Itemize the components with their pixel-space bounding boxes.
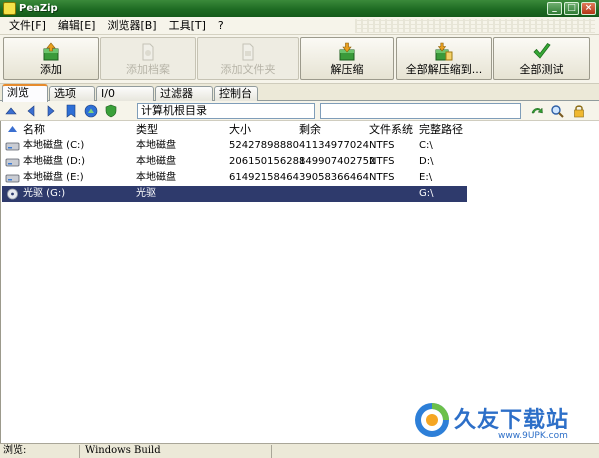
extract-icon [339,42,355,61]
status-build: Windows Build [82,445,272,458]
menubar-decoration [355,18,595,33]
menu-file[interactable]: 文件[F] [3,18,52,34]
cd-drive-icon [7,188,18,200]
file-list: 名称 类型 大小 剩余 文件系统 完整路径 本地磁盘 (C:) 本地磁盘 524… [0,121,599,443]
bookmark-icon[interactable] [64,104,78,118]
tab-io[interactable]: I/0 [96,86,154,101]
status-left: 浏览: [0,445,80,458]
search-icon[interactable] [550,104,564,118]
cell-type: 光驱 [136,188,156,199]
sort-up-icon[interactable] [7,124,18,134]
cell-size: 61492158464 [229,172,299,183]
extract-button[interactable]: 解压缩 [300,37,394,80]
tab-filter[interactable]: 过滤器 [155,86,213,101]
hard-drive-icon [5,142,20,151]
cell-size: 52427898880 [229,140,299,151]
minimize-button[interactable]: _ [547,2,562,15]
tab-options[interactable]: 选项 [49,86,95,101]
cell-path: G:\ [419,188,434,199]
add-file-button-label: 添加档案 [126,63,170,76]
add-folder-button-label: 添加文件夹 [220,63,276,76]
add-button-label: 添加 [40,63,62,76]
test-all-button[interactable]: 全部测试 [493,37,590,80]
extract-all-icon [435,42,453,61]
extract-all-button-label: 全部解压缩到... [405,63,483,76]
extract-button-label: 解压缩 [330,63,364,76]
test-all-button-label: 全部测试 [519,63,564,76]
cell-size: 206150156288 [229,156,306,167]
site-watermark: 久友下载站 www.9UPK.com [412,398,592,446]
menu-edit[interactable]: 编辑[E] [52,18,102,34]
column-header-type[interactable]: 类型 [136,123,158,136]
watermark-logo-icon [415,403,449,437]
cell-name: 本地磁盘 (E:) [23,172,84,183]
cell-free: 39058366464 [299,172,369,183]
cell-name: 光驱 (G:) [23,188,66,199]
cell-filesystem: NTFS [369,140,395,151]
add-button[interactable]: 添加 [3,37,99,80]
cell-name: 本地磁盘 (C:) [23,140,85,151]
lock-icon[interactable] [572,104,586,118]
tab-console[interactable]: 控制台 [214,86,258,101]
hard-drive-icon [5,174,20,183]
shield-icon[interactable] [104,104,118,118]
cell-type: 本地磁盘 [136,172,176,183]
filter-input[interactable] [320,103,521,119]
hard-drive-icon [5,158,20,167]
table-row-selected[interactable]: 光驱 (G:) 光驱 G:\ [2,186,467,202]
up-arrow-icon[interactable] [4,104,18,118]
close-button[interactable]: × [581,2,596,15]
back-arrow-icon[interactable] [24,104,38,118]
menu-bar: 文件[F] 编辑[E] 浏览器[B] 工具[T] ? [0,17,599,35]
path-input[interactable]: 计算机根目录 [137,103,315,119]
column-header-filesystem[interactable]: 文件系统 [369,123,413,136]
watermark-url: www.9UPK.com [498,431,568,441]
watermark-name: 久友下载站 [454,408,570,433]
list-header: 名称 类型 大小 剩余 文件系统 完整路径 [1,121,599,137]
cell-free: 41134977024 [299,140,369,151]
menu-browser[interactable]: 浏览器[B] [101,18,162,34]
cell-filesystem: NTFS [369,156,395,167]
home-icon[interactable] [84,104,98,118]
add-folder-icon [242,43,254,61]
add-file-icon [142,43,154,61]
maximize-button[interactable]: □ [564,2,579,15]
title-bar: PeaZip _ □ × [0,0,599,17]
forward-arrow-icon[interactable] [44,104,58,118]
add-archive-icon [43,42,59,61]
cell-path: E:\ [419,172,433,183]
cell-path: D:\ [419,156,434,167]
menu-help[interactable]: ? [212,18,230,34]
refresh-icon[interactable] [530,104,544,118]
peazip-logo-icon [3,2,16,15]
extract-all-button[interactable]: 全部解压缩到... [396,37,492,80]
column-header-size[interactable]: 大小 [229,123,251,136]
table-row[interactable]: 本地磁盘 (D:) 本地磁盘 206150156288 149907402752… [2,154,467,170]
cell-type: 本地磁盘 [136,140,176,151]
checkmark-icon [532,42,551,59]
cell-name: 本地磁盘 (D:) [23,156,86,167]
column-header-free[interactable]: 剩余 [299,123,321,136]
window-title: PeaZip [19,3,58,14]
column-header-name[interactable]: 名称 [23,123,45,136]
status-bar: 浏览: Windows Build [0,443,599,458]
navigation-bar: 计算机根目录 [0,101,599,121]
cell-filesystem: NTFS [369,172,395,183]
cell-path: C:\ [419,140,433,151]
window-controls: _ □ × [547,2,596,15]
add-folder-button[interactable]: 添加文件夹 [197,37,299,80]
tab-browse[interactable]: 浏览 [2,84,48,102]
cell-free: 149907402752 [299,156,376,167]
menu-tools[interactable]: 工具[T] [163,18,212,34]
cell-type: 本地磁盘 [136,156,176,167]
main-toolbar: 添加 添加档案 添加文件夹 解压缩 全部解压缩到... 全部测试 [0,35,599,84]
tab-bar: 浏览 选项 I/0 过滤器 控制台 [0,84,599,102]
table-row[interactable]: 本地磁盘 (E:) 本地磁盘 61492158464 39058366464 N… [2,170,467,186]
add-file-button[interactable]: 添加档案 [100,37,196,80]
column-header-full-path[interactable]: 完整路径 [419,123,463,136]
table-row[interactable]: 本地磁盘 (C:) 本地磁盘 52427898880 41134977024 N… [2,138,467,154]
